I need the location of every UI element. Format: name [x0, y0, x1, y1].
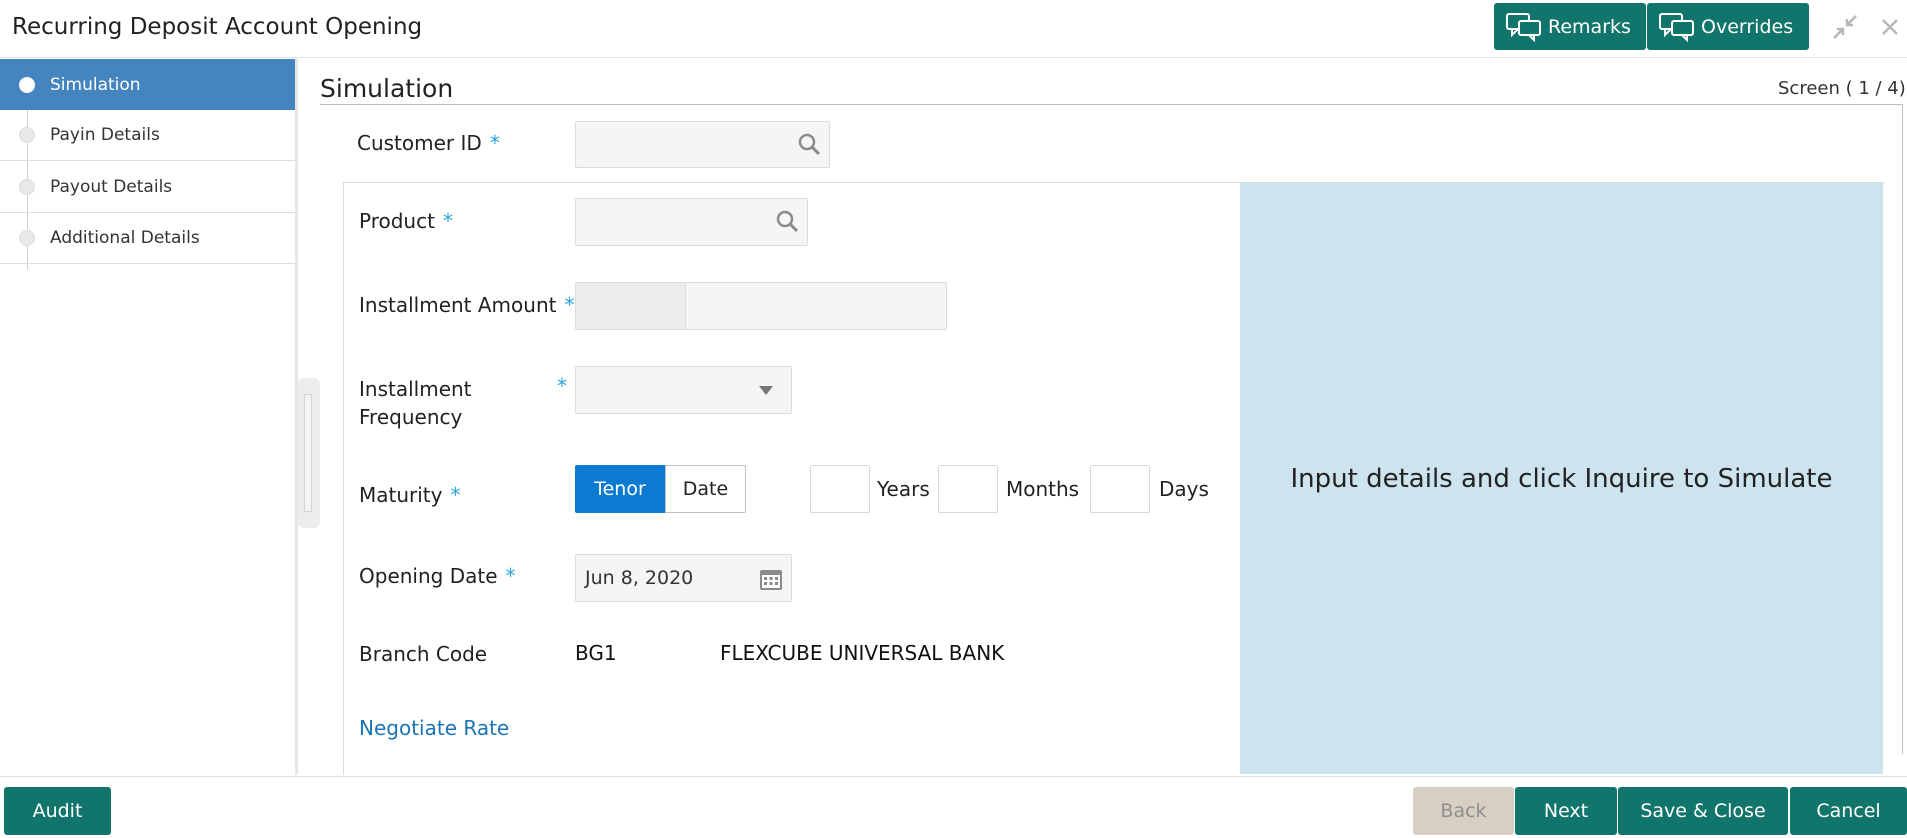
sidebar-item-additional-details[interactable]: Additional Details — [0, 213, 296, 264]
product-search-button[interactable] — [768, 203, 806, 239]
months-input[interactable] — [938, 465, 998, 513]
sidebar-item-label: Payin Details — [50, 125, 160, 145]
overrides-button[interactable]: Overrides — [1647, 3, 1809, 50]
title-divider — [320, 104, 1902, 105]
branch-code-value: BG1 — [575, 641, 617, 665]
splitter-grip — [304, 394, 312, 512]
sidebar-item-label: Additional Details — [50, 228, 200, 248]
maturity-tenor-toggle[interactable]: Tenor — [575, 465, 665, 513]
calendar-icon[interactable] — [759, 567, 783, 591]
currency-field[interactable] — [575, 282, 686, 330]
maturity-date-toggle[interactable]: Date — [665, 465, 746, 513]
app-title: Recurring Deposit Account Opening — [12, 14, 423, 40]
chat-bubbles-icon — [1506, 12, 1541, 42]
branch-code-label: Branch Code — [359, 642, 488, 666]
required-marker: * — [442, 209, 453, 233]
required-marker: * — [564, 293, 575, 317]
overrides-label: Overrides — [1701, 15, 1794, 38]
installment-amount-label: Installment Amount * — [359, 293, 575, 317]
customer-id-label: Customer ID * — [357, 131, 500, 155]
cancel-button[interactable]: Cancel — [1790, 787, 1907, 835]
installment-frequency-select[interactable] — [575, 366, 792, 414]
step-dot-icon — [19, 76, 35, 93]
screen-indicator: Screen ( 1 / 4) — [1778, 78, 1906, 99]
app-header: Recurring Deposit Account Opening Remark… — [0, 0, 1907, 58]
product-input[interactable] — [575, 198, 808, 246]
sidebar-item-payin-details[interactable]: Payin Details — [0, 110, 296, 161]
opening-date-value: Jun 8, 2020 — [585, 567, 694, 589]
content-border — [1902, 104, 1903, 754]
installment-amount-input[interactable] — [685, 282, 947, 330]
step-dot-icon — [19, 230, 35, 246]
chevron-down-icon — [759, 386, 773, 395]
maturity-label: Maturity * — [359, 483, 461, 507]
opening-date-label: Opening Date * — [359, 564, 516, 588]
negotiate-rate-link[interactable]: Negotiate Rate — [359, 716, 509, 740]
close-icon[interactable] — [1880, 17, 1900, 37]
customer-id-input[interactable] — [575, 121, 830, 168]
customer-search-button[interactable] — [790, 126, 828, 162]
sidebar-item-simulation[interactable]: Simulation — [0, 59, 296, 110]
required-marker: * — [450, 483, 461, 507]
days-label: Days — [1159, 477, 1209, 501]
sidebar: Simulation Payin Details Payout Details … — [0, 59, 296, 775]
branch-name: FLEXCUBE UNIVERSAL BANK — [720, 641, 1005, 665]
panel-splitter-handle[interactable] — [298, 378, 320, 528]
sidebar-item-label: Simulation — [50, 74, 141, 95]
save-close-button[interactable]: Save & Close — [1618, 787, 1788, 835]
installment-frequency-label: Installment Frequency — [359, 377, 472, 429]
search-icon — [776, 210, 799, 233]
product-label: Product * — [359, 209, 453, 233]
sidebar-item-payout-details[interactable]: Payout Details — [0, 162, 296, 213]
minimize-icon[interactable] — [1832, 14, 1858, 40]
years-label: Years — [877, 477, 930, 501]
opening-date-input[interactable]: Jun 8, 2020 — [575, 554, 792, 602]
page-title: Simulation — [320, 74, 454, 103]
remarks-button[interactable]: Remarks — [1494, 3, 1646, 50]
required-marker: * — [557, 374, 567, 398]
back-button[interactable]: Back — [1413, 787, 1514, 835]
years-input[interactable] — [810, 465, 870, 513]
simulation-result-panel: Input details and click Inquire to Simul… — [1240, 183, 1883, 774]
audit-button[interactable]: Audit — [4, 787, 111, 835]
days-input[interactable] — [1090, 465, 1150, 513]
simulation-message: Input details and click Inquire to Simul… — [1290, 463, 1833, 494]
months-label: Months — [1006, 477, 1080, 501]
step-dot-icon — [19, 179, 35, 195]
search-icon — [798, 133, 821, 156]
sidebar-item-label: Payout Details — [50, 177, 173, 197]
required-marker: * — [505, 564, 516, 588]
step-dot-icon — [19, 127, 35, 143]
next-button[interactable]: Next — [1515, 787, 1617, 835]
remarks-label: Remarks — [1548, 15, 1631, 38]
required-marker: * — [489, 131, 500, 155]
chat-bubbles-icon — [1659, 12, 1694, 42]
